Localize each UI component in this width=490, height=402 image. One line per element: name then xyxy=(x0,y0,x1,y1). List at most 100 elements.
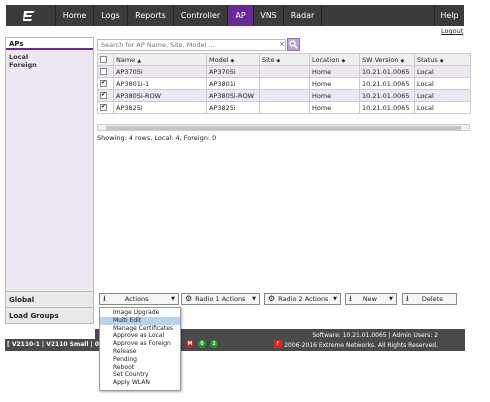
sort-icon[interactable]: ◆ xyxy=(231,58,235,64)
nav-controller[interactable]: Controller xyxy=(174,5,228,26)
new-label: New xyxy=(362,295,377,303)
row-checkbox[interactable] xyxy=(100,79,107,87)
search-clear-icon[interactable]: × xyxy=(279,40,285,48)
cell-name: AP3705i xyxy=(113,65,207,78)
extreme-logo[interactable] xyxy=(6,5,56,26)
row-select-cell[interactable] xyxy=(97,65,114,78)
row-select-cell[interactable] xyxy=(97,89,114,102)
sidebar-item-local[interactable]: Local xyxy=(6,53,93,61)
search-icon xyxy=(289,40,298,49)
col-location-label: Location xyxy=(312,55,340,64)
chevron-down-icon: ▼ xyxy=(389,296,393,302)
search-input[interactable] xyxy=(97,39,286,51)
nav-ap[interactable]: AP xyxy=(228,5,254,26)
row-select-cell[interactable] xyxy=(97,77,114,90)
menu-item-approve-local[interactable]: Approve as Local xyxy=(100,332,180,340)
cell-model: AP380Si-ROW xyxy=(206,89,260,102)
cell-model: AP3705i xyxy=(206,65,260,78)
sidebar-section-load-groups[interactable]: Load Groups xyxy=(6,307,93,323)
cell-status: Local xyxy=(414,89,471,102)
controller-ident: [ V2110-1 | V2110 Small | 05 xyxy=(7,341,104,348)
scrollbar-thumb[interactable] xyxy=(106,126,461,130)
nav-reports[interactable]: Reports xyxy=(128,5,174,26)
col-header-sw-version[interactable]: SW Version ◆ xyxy=(359,53,415,66)
chevron-down-icon: ▼ xyxy=(333,296,337,302)
extreme-logo-icon xyxy=(22,10,35,21)
search-button[interactable] xyxy=(287,38,300,51)
nav-help[interactable]: Help xyxy=(434,5,464,26)
status-indicator[interactable]: 0 xyxy=(198,340,206,348)
col-header-model[interactable]: Model ◆ xyxy=(206,53,260,66)
col-sw-version-label: SW Version xyxy=(362,55,399,64)
col-header-status[interactable]: Status ◆ xyxy=(414,53,471,66)
nav-radar[interactable]: Radar xyxy=(284,5,322,26)
menu-item-reboot[interactable]: Reboot xyxy=(100,364,180,372)
sidebar-item-foreign[interactable]: Foreign xyxy=(6,61,93,69)
row-summary: Showing: 4 rows, Local: 4, Foreign: 0 xyxy=(97,134,217,142)
logout-link[interactable]: Logout xyxy=(441,27,463,35)
row-checkbox[interactable] xyxy=(100,103,107,111)
chevron-down-icon: ▼ xyxy=(252,296,256,302)
nav-vns[interactable]: VNS xyxy=(254,5,284,26)
cell-site xyxy=(259,65,310,78)
row-select-cell[interactable] xyxy=(97,101,114,114)
cell-name: AP3801i-1 xyxy=(113,77,207,90)
cell-sw-version: 10.21.01.0065 xyxy=(359,89,415,102)
col-model-label: Model xyxy=(209,55,229,64)
col-site-label: Site xyxy=(262,55,275,64)
sidebar: APs Local Foreign Global Load Groups xyxy=(5,37,94,324)
select-all-cell[interactable] xyxy=(97,53,114,66)
table-row[interactable]: AP380Si-ROW AP380Si-ROW Home 10.21.01.00… xyxy=(97,89,471,102)
flag-indicator[interactable]: F xyxy=(274,340,282,348)
row-checkbox[interactable] xyxy=(100,91,107,99)
col-header-site[interactable]: Site ◆ xyxy=(259,53,310,66)
col-name-label: Name xyxy=(116,55,136,64)
menu-item-image-upgrade[interactable]: Image Upgrade xyxy=(100,309,180,317)
select-all-checkbox[interactable] xyxy=(100,56,107,63)
table-row[interactable]: AP3705i AP3705i Home 10.21.01.0065 Local xyxy=(97,65,471,78)
alarm-indicator[interactable]: M xyxy=(186,340,194,348)
cell-location: Home xyxy=(309,101,360,114)
cell-sw-version: 10.21.01.0065 xyxy=(359,101,415,114)
actions-button[interactable]: ⭳ Actions ▼ xyxy=(99,293,179,305)
status-indicator[interactable]: 2 xyxy=(210,340,218,348)
cell-site xyxy=(259,101,310,114)
cell-status: Local xyxy=(414,77,471,90)
menu-item-set-country[interactable]: Set Country xyxy=(100,371,180,379)
nav-home[interactable]: Home xyxy=(56,5,94,26)
cell-name: AP380Si-ROW xyxy=(113,89,207,102)
col-header-location[interactable]: Location ◆ xyxy=(309,53,360,66)
table-row[interactable]: AP3825i AP3825i Home 10.21.01.0065 Local xyxy=(97,101,471,114)
sidebar-heading-aps[interactable]: APs xyxy=(6,38,93,50)
sort-asc-icon[interactable]: ▲ xyxy=(137,58,141,64)
cell-status: Local xyxy=(414,101,471,114)
nav-logs[interactable]: Logs xyxy=(94,5,128,26)
delete-button[interactable]: ⭳ Delete xyxy=(402,293,457,305)
col-header-name[interactable]: Name ▲ xyxy=(113,53,207,66)
menu-item-manage-certificates[interactable]: Manage Certificates xyxy=(100,325,180,333)
cell-location: Home xyxy=(309,77,360,90)
cell-model: AP3801i xyxy=(206,77,260,90)
menu-item-approve-foreign[interactable]: Approve as Foreign xyxy=(100,340,180,348)
menu-item-pending[interactable]: Pending xyxy=(100,356,180,364)
table-row[interactable]: AP3801i-1 AP3801i Home 10.21.01.0065 Loc… xyxy=(97,77,471,90)
radio2-actions-button[interactable]: ⚙ Radio 2 Actions ▼ xyxy=(264,293,341,305)
delete-label: Delete xyxy=(421,295,444,303)
sort-icon[interactable]: ◆ xyxy=(440,58,444,64)
menu-item-apply-wlan[interactable]: Apply WLAN xyxy=(100,379,180,387)
radio1-label: Radio 1 Actions xyxy=(195,295,246,303)
horizontal-scrollbar[interactable] xyxy=(97,124,470,131)
row-checkbox[interactable] xyxy=(100,68,107,75)
menu-item-release[interactable]: Release xyxy=(100,348,180,356)
sidebar-section-global[interactable]: Global xyxy=(6,291,93,307)
sort-icon[interactable]: ◆ xyxy=(342,58,346,64)
cell-sw-version: 10.21.01.0065 xyxy=(359,65,415,78)
new-button[interactable]: ⭳ New ▼ xyxy=(345,293,397,305)
radio1-actions-button[interactable]: ⚙ Radio 1 Actions ▼ xyxy=(181,293,260,305)
sort-icon[interactable]: ◆ xyxy=(401,58,405,64)
sort-icon[interactable]: ◆ xyxy=(276,58,280,64)
cell-model: AP3825i xyxy=(206,101,260,114)
menu-item-multi-edit[interactable]: Multi Edit xyxy=(100,316,180,325)
cell-status: Local xyxy=(414,65,471,78)
